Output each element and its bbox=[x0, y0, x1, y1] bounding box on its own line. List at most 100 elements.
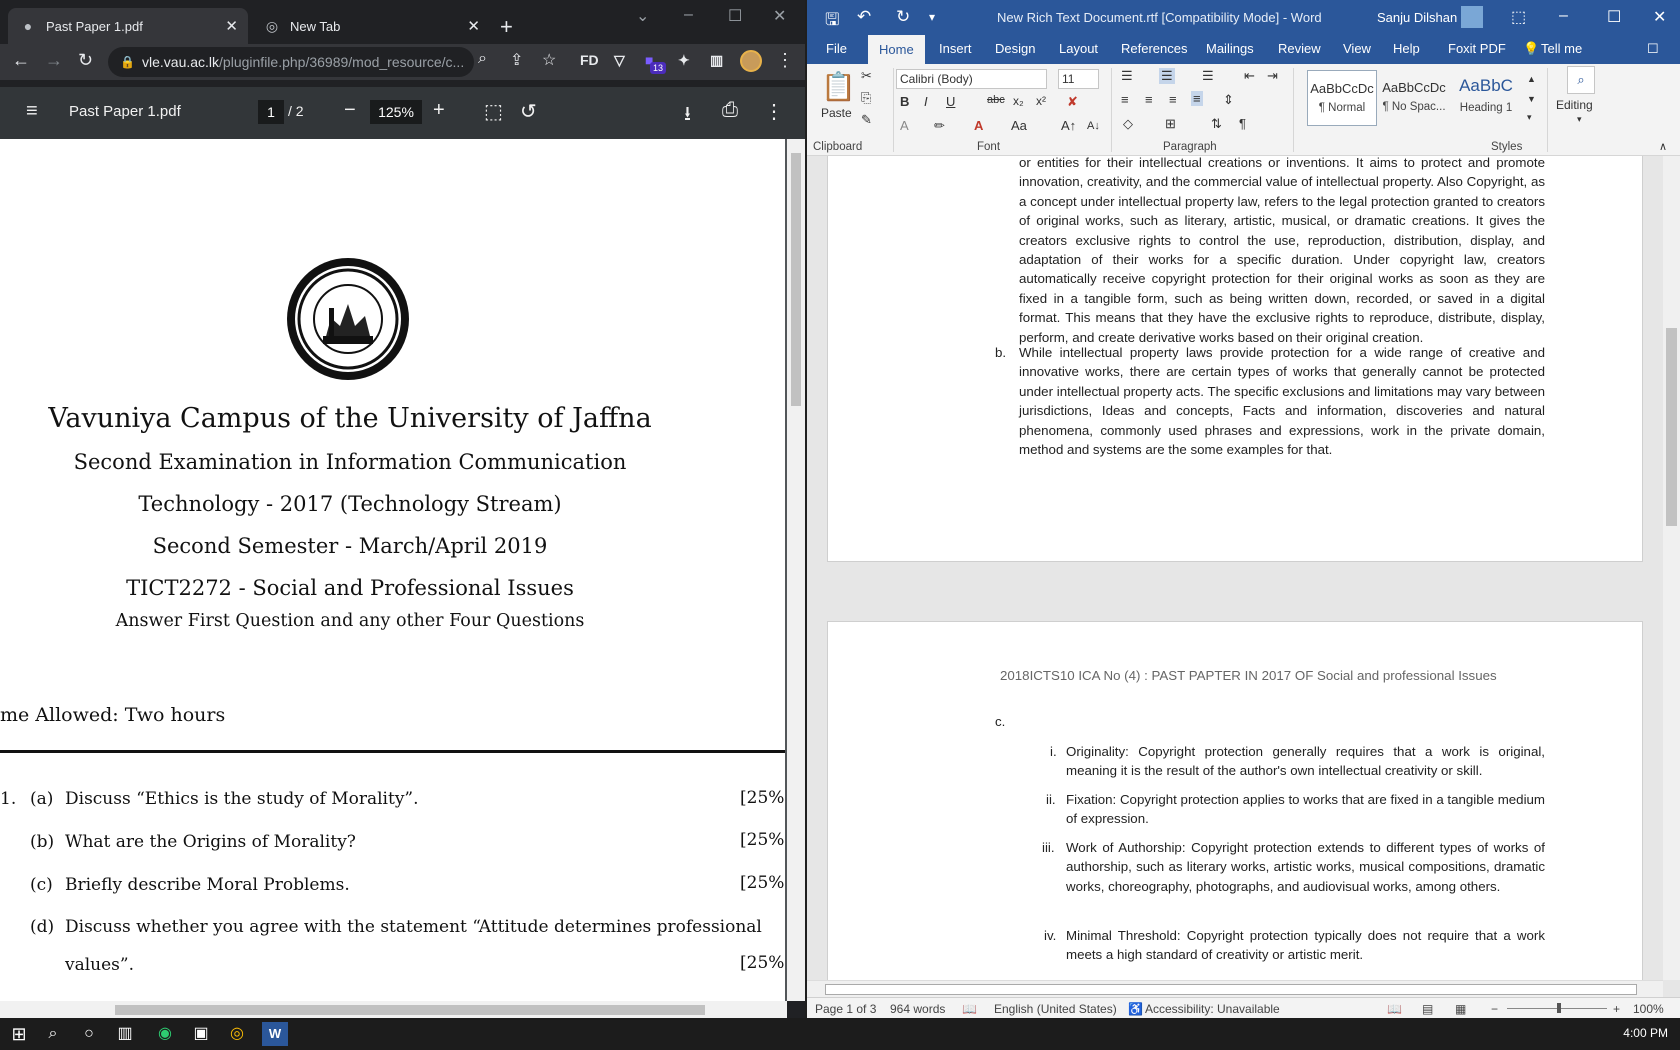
maximize-button[interactable]: ☐ bbox=[728, 6, 742, 26]
tab-file[interactable]: File bbox=[826, 41, 847, 56]
tab-design[interactable]: Design bbox=[995, 41, 1035, 56]
zoom-in-icon[interactable]: + bbox=[433, 99, 445, 122]
comments-icon[interactable]: ☐ bbox=[1647, 41, 1659, 57]
style-heading-1[interactable]: AaBbC Heading 1 bbox=[1451, 70, 1521, 126]
tell-me-search[interactable]: Tell me bbox=[1541, 41, 1582, 56]
ribbon-display-icon[interactable]: ⬚ bbox=[1511, 7, 1526, 27]
tab-search-icon[interactable]: ⌄ bbox=[636, 6, 649, 26]
pdf-vertical-scrollbar[interactable] bbox=[787, 139, 805, 1001]
user-avatar[interactable] bbox=[1461, 6, 1483, 28]
search-icon[interactable]: ⌕ bbox=[40, 1022, 66, 1046]
increase-indent-icon[interactable]: ⇥ bbox=[1267, 68, 1278, 84]
paste-icon[interactable]: 📋 bbox=[821, 70, 856, 103]
save-icon[interactable]: 🖫 bbox=[825, 7, 839, 36]
rotate-icon[interactable]: ↺ bbox=[520, 99, 537, 124]
bold-button[interactable]: B bbox=[900, 94, 909, 109]
whatsapp-icon[interactable]: ◉ bbox=[152, 1022, 178, 1046]
forward-arrow-icon[interactable]: → bbox=[45, 50, 63, 71]
scrollbar-thumb[interactable] bbox=[825, 984, 1637, 995]
v-extension-icon[interactable]: ▽ bbox=[614, 52, 625, 69]
italic-button[interactable]: I bbox=[924, 94, 928, 109]
font-name-select[interactable]: Calibri (Body) bbox=[896, 69, 1047, 89]
address-bar[interactable]: 🔒 vle.vau.ac.lk/pluginfile.php/36989/mod… bbox=[108, 47, 474, 77]
zoom-icon[interactable]: ⌕ bbox=[478, 50, 487, 68]
print-icon[interactable]: ⎙ bbox=[722, 99, 738, 122]
paragraph-b-text[interactable]: While intellectual property laws provide… bbox=[1019, 343, 1545, 459]
bullets-icon[interactable]: ☰ bbox=[1121, 68, 1133, 84]
text-effects-icon[interactable]: A bbox=[900, 118, 909, 133]
zoom-input[interactable]: 125% bbox=[370, 100, 422, 124]
clear-formatting-icon[interactable]: ✘ bbox=[1067, 94, 1078, 110]
word-taskbar-icon[interactable]: W bbox=[262, 1022, 288, 1046]
font-size-select[interactable]: 11 bbox=[1058, 69, 1099, 89]
superscript-button[interactable]: x² bbox=[1036, 94, 1046, 108]
sort-icon[interactable]: ⇅ bbox=[1211, 116, 1222, 132]
tab-insert[interactable]: Insert bbox=[939, 41, 972, 56]
web-layout-icon[interactable]: ▦ bbox=[1455, 1002, 1466, 1016]
word-count-status[interactable]: 964 words bbox=[890, 1002, 945, 1016]
back-arrow-icon[interactable]: ← bbox=[12, 50, 30, 71]
read-mode-icon[interactable]: 📖 bbox=[1387, 1002, 1402, 1016]
list-item-text[interactable]: Minimal Threshold: Copyright protection … bbox=[1066, 926, 1545, 965]
tab-mailings[interactable]: Mailings bbox=[1206, 41, 1254, 56]
share-icon[interactable]: ⇪ bbox=[510, 50, 523, 70]
list-item-text[interactable]: Work of Authorship: Copyright protection… bbox=[1066, 838, 1545, 896]
tab-help[interactable]: Help bbox=[1393, 41, 1420, 56]
zoom-out-icon[interactable]: − bbox=[344, 99, 356, 122]
page-header[interactable]: 2018ICTS10 ICA No (4) : PAST PAPTER IN 2… bbox=[1000, 666, 1560, 685]
task-view-icon[interactable]: ▥ bbox=[112, 1022, 138, 1046]
align-center-icon[interactable]: ≡ bbox=[1145, 92, 1153, 107]
decrease-indent-icon[interactable]: ⇤ bbox=[1244, 68, 1255, 84]
borders-icon[interactable]: ⊞ bbox=[1165, 116, 1176, 132]
close-window-button[interactable]: ✕ bbox=[773, 6, 786, 26]
zoom-slider-thumb[interactable] bbox=[1557, 1003, 1561, 1013]
tab-layout[interactable]: Layout bbox=[1059, 41, 1098, 56]
menu-icon[interactable]: ≡ bbox=[26, 100, 38, 123]
list-item-text[interactable]: Fixation: Copyright protection applies t… bbox=[1066, 790, 1545, 829]
scrollbar-thumb[interactable] bbox=[791, 153, 801, 406]
shrink-font-icon[interactable]: A↓ bbox=[1087, 120, 1100, 132]
grow-font-icon[interactable]: A↑ bbox=[1061, 118, 1076, 133]
proofing-icon[interactable]: 📖 bbox=[962, 1002, 977, 1016]
puzzle-extensions-icon[interactable]: ✦ bbox=[678, 52, 690, 69]
underline-button[interactable]: U bbox=[946, 94, 955, 109]
line-spacing-icon[interactable]: ⇕ bbox=[1223, 92, 1234, 108]
style-no-spacing[interactable]: AaBbCcDc ¶ No Spac... bbox=[1379, 70, 1449, 126]
tab-past-paper[interactable]: ● Past Paper 1.pdf ✕ bbox=[8, 8, 248, 44]
minimize-button[interactable]: – bbox=[684, 6, 693, 24]
style-normal[interactable]: AaBbCcDc ¶ Normal bbox=[1307, 70, 1377, 126]
zoom-in-button[interactable]: + bbox=[1613, 1002, 1620, 1016]
tab-foxit-pdf[interactable]: Foxit PDF bbox=[1448, 41, 1506, 56]
tab-new-tab[interactable]: ◎ New Tab ✕ bbox=[252, 8, 490, 44]
word-horizontal-scrollbar[interactable] bbox=[807, 980, 1663, 997]
language-status[interactable]: English (United States) bbox=[994, 1002, 1117, 1016]
show-formatting-icon[interactable]: ¶ bbox=[1239, 116, 1246, 131]
redo-icon[interactable]: ↻ bbox=[896, 7, 910, 27]
new-tab-button[interactable]: + bbox=[500, 14, 513, 40]
side-panel-icon[interactable]: ▥ bbox=[710, 52, 723, 69]
strikethrough-button[interactable]: abc bbox=[987, 94, 1005, 106]
copy-icon[interactable]: ⎘ bbox=[861, 90, 871, 106]
tab-view[interactable]: View bbox=[1343, 41, 1371, 56]
undo-icon[interactable]: ↶ bbox=[857, 7, 871, 27]
scrollbar-thumb[interactable] bbox=[1666, 328, 1677, 526]
cortana-icon[interactable]: ○ bbox=[76, 1022, 102, 1046]
shading-icon[interactable]: ◇ bbox=[1123, 116, 1133, 132]
cut-icon[interactable]: ✂ bbox=[861, 68, 872, 84]
windows-start-icon[interactable]: ⊞ bbox=[6, 1022, 32, 1046]
word-vertical-scrollbar[interactable] bbox=[1663, 156, 1680, 980]
format-painter-icon[interactable]: ✎ bbox=[861, 112, 872, 128]
tab-home[interactable]: Home bbox=[868, 35, 925, 64]
customize-toolbar-icon[interactable]: ▾ bbox=[929, 10, 935, 24]
fd-extension-icon[interactable]: FD bbox=[580, 52, 599, 68]
more-options-icon[interactable]: ⋮ bbox=[764, 99, 784, 124]
subscript-button[interactable]: x₂ bbox=[1013, 94, 1024, 108]
styles-scroll-up-icon[interactable]: ▲ bbox=[1527, 74, 1536, 84]
editing-button[interactable]: Editing bbox=[1556, 98, 1593, 112]
chrome-taskbar-icon[interactable]: ◎ bbox=[224, 1022, 250, 1046]
zoom-level[interactable]: 100% bbox=[1633, 1002, 1664, 1016]
tab-review[interactable]: Review bbox=[1278, 41, 1321, 56]
bookmark-star-icon[interactable]: ☆ bbox=[542, 50, 556, 70]
close-tab-icon[interactable]: ✕ bbox=[225, 17, 238, 35]
align-right-icon[interactable]: ≡ bbox=[1169, 92, 1177, 107]
